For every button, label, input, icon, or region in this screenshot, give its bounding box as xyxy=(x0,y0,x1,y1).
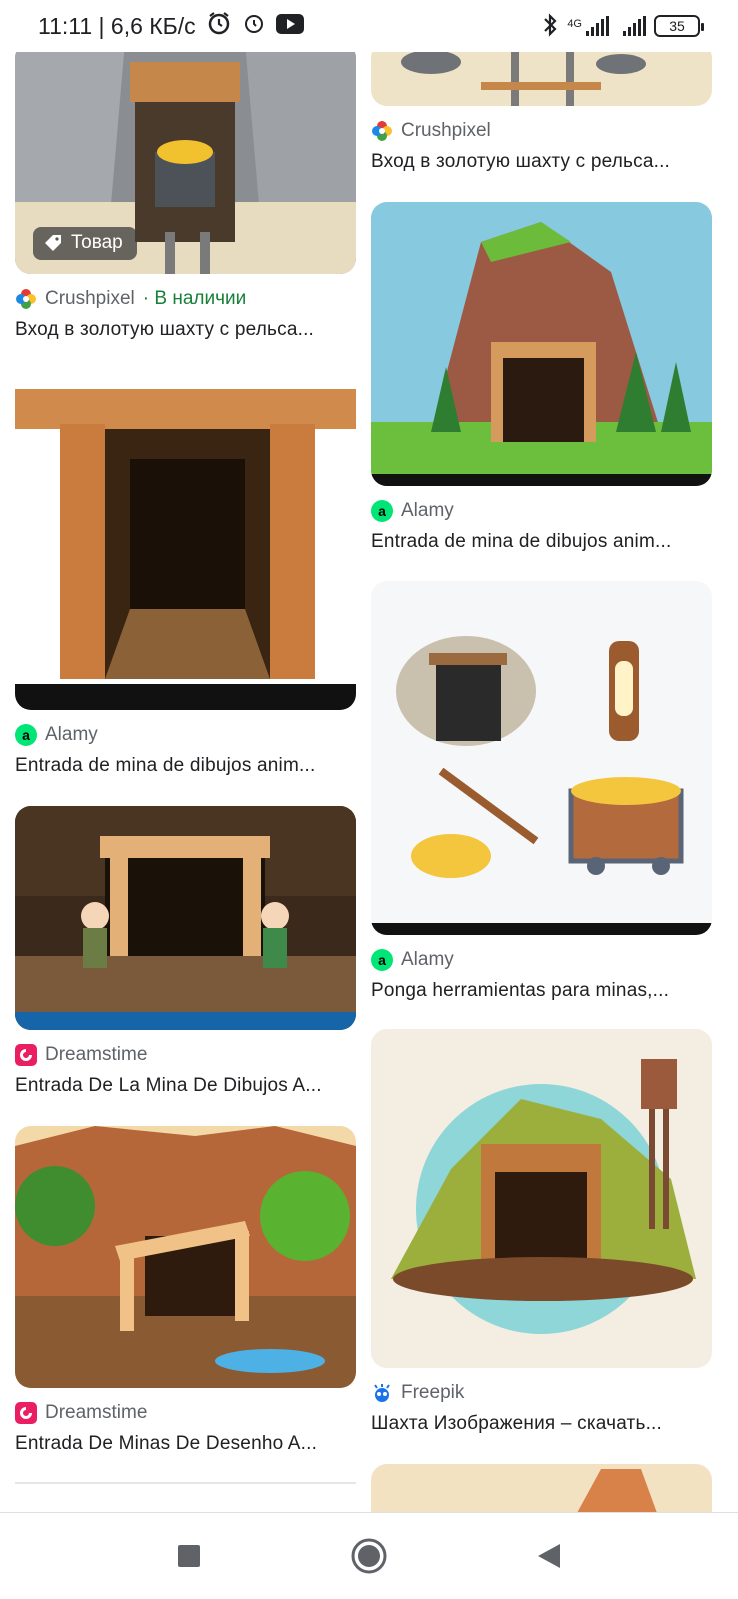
home-button[interactable] xyxy=(349,1536,389,1576)
result-title[interactable]: Entrada de mina de dibujos anim... xyxy=(371,531,701,553)
result-source: Freepik xyxy=(371,1380,712,1406)
signal-icon xyxy=(586,16,609,36)
result-image[interactable]: Товар xyxy=(15,52,356,274)
square-icon xyxy=(178,1545,200,1567)
result-source: a Alamy xyxy=(371,498,712,524)
dreamstime-icon xyxy=(15,1402,37,1424)
freepik-icon xyxy=(371,1382,393,1404)
result-card[interactable]: a Alamy Entrada de mina de dibujos anim.… xyxy=(15,369,356,777)
signal-icon-2 xyxy=(623,16,646,36)
result-source: a Alamy xyxy=(371,947,712,973)
stock-status: · В наличии xyxy=(142,288,247,309)
result-image[interactable] xyxy=(371,1029,712,1368)
result-title[interactable]: Entrada De Minas De Desenho A... xyxy=(15,1433,345,1455)
result-card[interactable]: a Alamy Ponga herramientas para minas,..… xyxy=(371,581,712,1002)
result-card[interactable] xyxy=(371,1464,712,1512)
alamy-icon: a xyxy=(371,500,393,522)
result-source: Crushpixel xyxy=(371,118,712,144)
navigation-bar xyxy=(0,1512,738,1599)
dreamstime-icon xyxy=(15,1044,37,1066)
result-title[interactable]: Entrada De La Mina De Dibujos A... xyxy=(15,1075,345,1097)
result-title[interactable]: Вход в золотую шахту с рельса... xyxy=(371,151,701,173)
tag-icon xyxy=(43,233,63,253)
result-title[interactable]: Шахта Изображения – скачать... xyxy=(371,1413,701,1435)
status-time-speed: 11:11 | 6,6 КБ/с xyxy=(38,12,196,39)
alamy-icon: a xyxy=(371,949,393,971)
result-image[interactable] xyxy=(371,581,712,935)
divider xyxy=(15,1482,356,1484)
result-card[interactable]: Товар Crushpixel · В наличии Вход в золо… xyxy=(15,52,356,341)
result-image[interactable] xyxy=(371,1464,712,1512)
battery-indicator: 35 xyxy=(654,15,704,37)
crushpixel-icon xyxy=(15,288,37,310)
result-source: a Alamy xyxy=(15,722,356,748)
status-bar: 11:11 | 6,6 КБ/с 4G 35 xyxy=(0,0,738,52)
back-button[interactable] xyxy=(529,1536,569,1576)
triangle-back-icon xyxy=(538,1544,560,1568)
result-source: Crushpixel · В наличии xyxy=(15,286,356,312)
youtube-icon xyxy=(275,13,304,40)
result-title[interactable]: Entrada de mina de dibujos anim... xyxy=(15,755,345,777)
product-tag: Товар xyxy=(33,227,137,260)
alamy-icon: a xyxy=(15,724,37,746)
circle-icon xyxy=(351,1538,387,1574)
result-source: Dreamstime xyxy=(15,1042,356,1068)
result-card[interactable]: Crushpixel Вход в золотую шахту с рельса… xyxy=(371,52,712,173)
image-results-grid: Товар Crushpixel · В наличии Вход в золо… xyxy=(0,52,738,1512)
result-image[interactable] xyxy=(371,52,712,106)
result-image[interactable] xyxy=(15,806,356,1030)
result-card[interactable]: Dreamstime Entrada De La Mina De Dibujos… xyxy=(15,806,356,1097)
result-source: Dreamstime xyxy=(15,1400,356,1426)
clock-icon xyxy=(242,11,266,41)
alarm-icon xyxy=(206,10,232,42)
network-type: 4G xyxy=(567,17,582,30)
result-image[interactable] xyxy=(15,369,356,710)
recents-button[interactable] xyxy=(169,1536,209,1576)
result-card[interactable]: Freepik Шахта Изображения – скачать... xyxy=(371,1029,712,1435)
result-image[interactable] xyxy=(371,202,712,486)
result-image[interactable] xyxy=(15,1126,356,1388)
result-title[interactable]: Вход в золотую шахту с рельса... xyxy=(15,319,345,341)
result-card[interactable]: Dreamstime Entrada De Minas De Desenho A… xyxy=(15,1126,356,1455)
result-title[interactable]: Ponga herramientas para minas,... xyxy=(371,980,701,1002)
crushpixel-icon xyxy=(371,120,393,142)
bluetooth-icon xyxy=(541,12,559,41)
result-card[interactable]: a Alamy Entrada de mina de dibujos anim.… xyxy=(371,202,712,553)
